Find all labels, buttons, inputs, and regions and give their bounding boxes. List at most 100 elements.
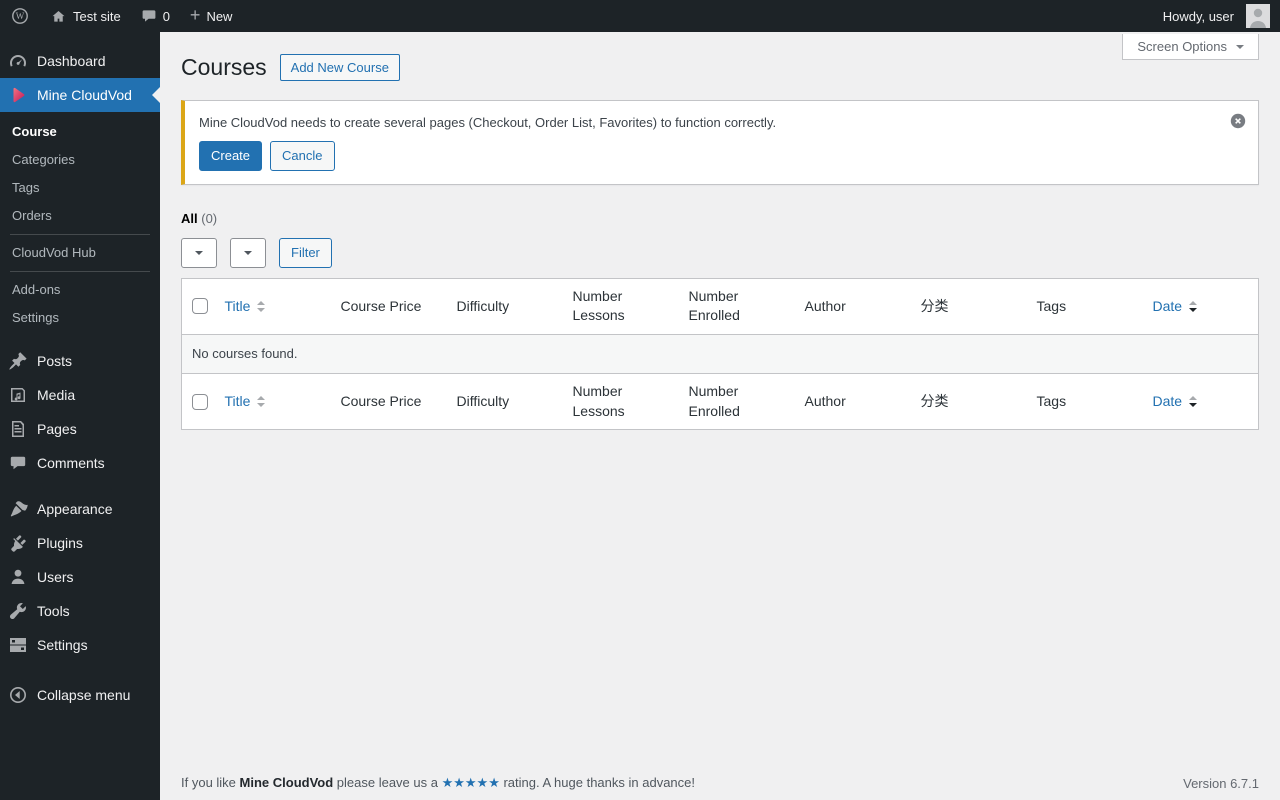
sidebar-item-label: Settings [37,637,88,653]
column-header-number-enrolled: Number Enrolled [688,287,740,324]
comments-count: 0 [162,8,170,24]
site-name-label: Test site [73,8,121,24]
column-footer-number-lessons: Number Lessons [572,383,625,419]
svg-text:W: W [16,11,25,21]
column-footer-tags: Tags [1036,393,1067,410]
admin-footer: If you like Mine CloudVod please leave u… [160,775,1280,791]
screen-options-tab[interactable]: Screen Options [1122,34,1259,60]
sort-arrows-icon [1189,300,1198,312]
add-new-course-button[interactable]: Add New Course [279,54,400,82]
my-account-menu[interactable]: Howdy, user [1153,0,1280,32]
sidebar-item-dashboard[interactable]: Dashboard [0,44,160,78]
column-header-course-price: Course Price [340,297,422,314]
setup-notice: Mine CloudVod needs to create several pa… [181,99,1259,185]
wordpress-logo-menu[interactable]: W [0,0,40,32]
plugins-plug-icon [8,533,28,553]
column-footer-title[interactable]: Title [215,374,331,430]
sidebar-item-label: Mine CloudVod [37,87,132,103]
rating-stars-link[interactable]: ★★★★★ [442,775,500,790]
table-row: No courses found. [181,334,1259,374]
sidebar-item-plugins[interactable]: Plugins [0,526,160,560]
dismiss-notice-icon[interactable] [1229,111,1249,131]
admin-bar: W Test site 0 + New Howdy, user [0,0,1280,32]
media-icon [8,385,28,405]
filter-button[interactable]: Filter [279,237,332,268]
cancel-button[interactable]: Cancle [270,140,335,171]
views-list: All (0) [181,211,1259,226]
sidebar-item-users[interactable]: Users [0,560,160,594]
appearance-brush-icon [8,499,28,519]
plugin-name: Mine CloudVod [239,775,334,790]
chevron-down-icon [1236,44,1244,53]
column-header-date[interactable]: Date [1143,278,1259,334]
sidebar-item-label: Comments [37,455,105,471]
chevron-down-icon [195,250,203,259]
sidebar-item-label: Plugins [37,535,83,551]
comments-bubble-icon [141,8,157,24]
sidebar-item-settings[interactable]: Settings [0,628,160,662]
page-title: Courses [181,54,267,80]
submenu-item-tags[interactable]: Tags [0,174,160,202]
submenu-separator [10,271,150,272]
sidebar-item-label: Posts [37,353,73,369]
home-icon [50,8,67,25]
filter-all-link[interactable]: All (0) [181,211,217,226]
sidebar-item-pages[interactable]: Pages [0,412,160,446]
empty-message: No courses found. [181,334,1259,374]
admin-bar-left: W Test site 0 + New [0,0,242,32]
submenu-item-course[interactable]: Course [0,118,160,146]
submenu-item-orders[interactable]: Orders [0,202,160,230]
bulk-actions-select[interactable] [181,237,217,268]
sidebar-item-label: Dashboard [37,53,106,69]
sidebar-item-label: Users [37,569,74,585]
column-header-title[interactable]: Title [215,278,331,334]
all-label: All [181,210,198,226]
sidebar-item-mine-cloudvod[interactable]: Mine CloudVod [0,78,160,112]
sort-arrows-icon [257,300,266,312]
submenu-item-cloudvod-hub[interactable]: CloudVod Hub [0,239,160,267]
submenu-item-categories[interactable]: Categories [0,146,160,174]
submenu-item-settings[interactable]: Settings [0,304,160,332]
sidebar-item-posts[interactable]: Posts [0,344,160,378]
submenu-separator [10,234,150,235]
column-header-author: Author [804,297,846,314]
sidebar-item-appearance[interactable]: Appearance [0,492,160,526]
cloudvod-play-icon [8,85,28,105]
collapse-arrow-icon [8,685,28,705]
column-footer-difficulty: Difficulty [456,393,510,410]
new-content-menu[interactable]: + New [180,0,243,32]
version-text: Version 6.7.1 [1183,776,1259,791]
comments-menu[interactable]: 0 [131,0,180,32]
sidebar-item-tools[interactable]: Tools [0,594,160,628]
date-filter-select[interactable] [230,237,266,268]
sidebar-item-comments[interactable]: Comments [0,446,160,480]
admin-bar-right: Howdy, user [1153,0,1280,32]
column-header-category: 分类 [920,297,949,314]
submenu-item-add-ons[interactable]: Add-ons [0,276,160,304]
wordpress-logo-icon: W [10,6,30,26]
sidebar-item-label: Tools [37,603,70,619]
screen-options-label: Screen Options [1137,39,1227,54]
users-icon [8,567,28,587]
site-name-menu[interactable]: Test site [40,0,131,32]
howdy-label: Howdy, user [1162,8,1234,24]
column-footer-author: Author [804,393,846,410]
sidebar-item-label: Media [37,387,76,403]
plus-icon: + [189,5,201,25]
column-header-tags: Tags [1036,297,1067,314]
column-footer-date[interactable]: Date [1143,374,1259,430]
chevron-down-icon [244,250,252,259]
column-header-number-lessons: Number Lessons [572,287,625,324]
sidebar-item-media[interactable]: Media [0,378,160,412]
select-all-checkbox[interactable] [192,298,208,315]
sort-arrows-icon [1189,396,1198,408]
pages-icon [8,419,28,439]
sidebar-item-label: Collapse menu [37,687,131,703]
sidebar-item-label: Appearance [37,501,113,517]
select-all-checkbox-footer[interactable] [192,393,208,410]
sidebar-item-collapse-menu[interactable]: Collapse menu [0,678,160,712]
column-header-difficulty: Difficulty [456,297,510,314]
create-pages-button[interactable]: Create [199,140,263,171]
new-content-label: New [206,8,233,24]
main-content: Screen Options Courses Add New Course Mi… [160,32,1280,800]
